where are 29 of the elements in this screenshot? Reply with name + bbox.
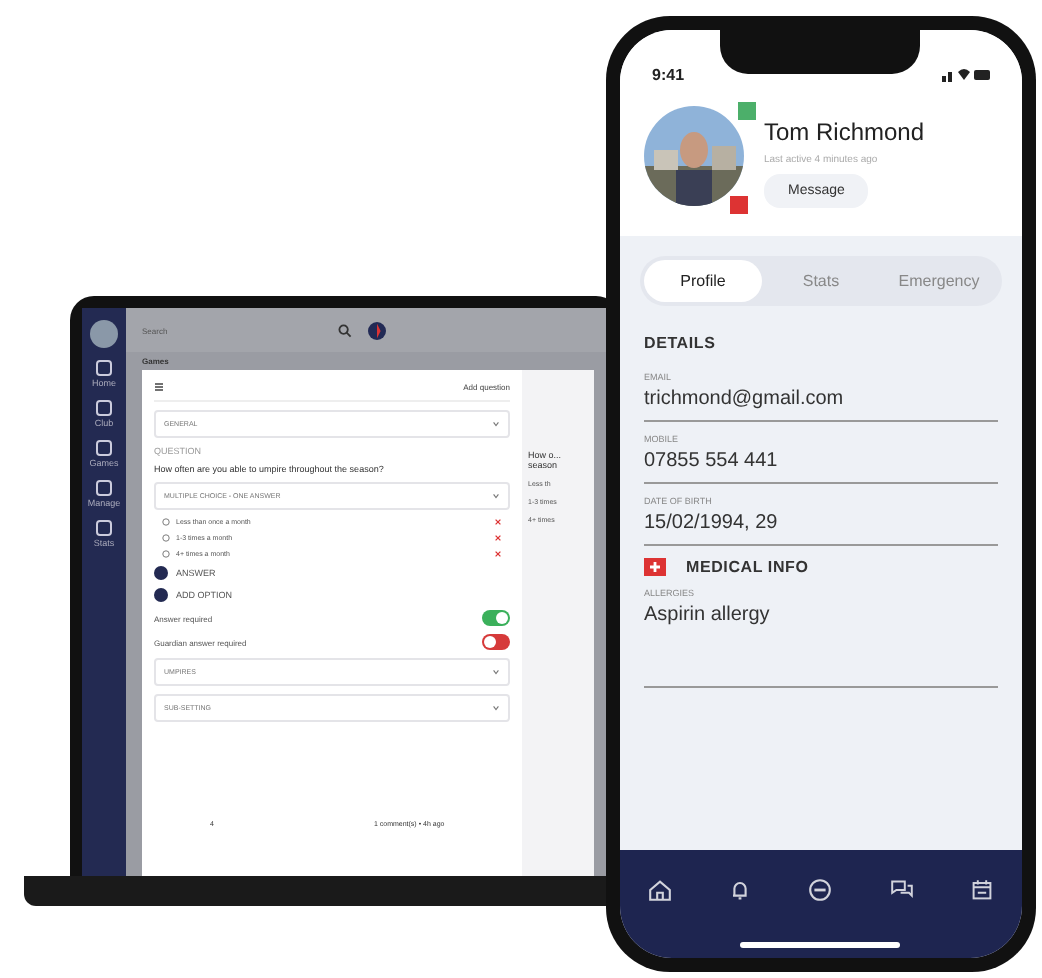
search-icon[interactable] bbox=[338, 323, 352, 337]
field-value: 07855 554 441 bbox=[644, 444, 998, 484]
chat-icon[interactable] bbox=[887, 876, 916, 904]
status-badge-icon bbox=[738, 102, 756, 120]
calendar-icon[interactable] bbox=[967, 876, 996, 904]
toggle-switch[interactable] bbox=[482, 634, 510, 650]
chevron-icon[interactable] bbox=[492, 704, 500, 712]
home-icon[interactable] bbox=[646, 876, 675, 904]
medical-icon bbox=[644, 558, 666, 576]
profile-name: Tom Richmond bbox=[764, 118, 925, 146]
chevron-icon[interactable] bbox=[492, 492, 500, 500]
field-value: Aspirin allergy bbox=[644, 598, 998, 688]
menu-icon[interactable] bbox=[154, 382, 164, 392]
field-value: trichmond@gmail.com bbox=[644, 382, 998, 422]
remove-icon[interactable] bbox=[494, 518, 502, 526]
medical-badge-icon bbox=[730, 196, 748, 214]
logo-icon bbox=[368, 321, 386, 339]
tab[interactable]: Profile bbox=[644, 260, 762, 302]
remove-icon[interactable] bbox=[494, 534, 502, 542]
status-icons bbox=[942, 66, 990, 82]
field-value: 15/02/1994, 29 bbox=[644, 506, 998, 546]
remove-icon[interactable] bbox=[494, 550, 502, 558]
status-time: 9:41 bbox=[652, 65, 685, 83]
section-heading: MEDICAL INFO bbox=[686, 558, 809, 576]
toggle-switch[interactable] bbox=[482, 610, 510, 626]
avatar-icon bbox=[90, 320, 118, 348]
chevron-icon[interactable] bbox=[492, 420, 500, 428]
chevron-icon[interactable] bbox=[492, 668, 500, 676]
section-heading: DETAILS bbox=[644, 334, 718, 352]
